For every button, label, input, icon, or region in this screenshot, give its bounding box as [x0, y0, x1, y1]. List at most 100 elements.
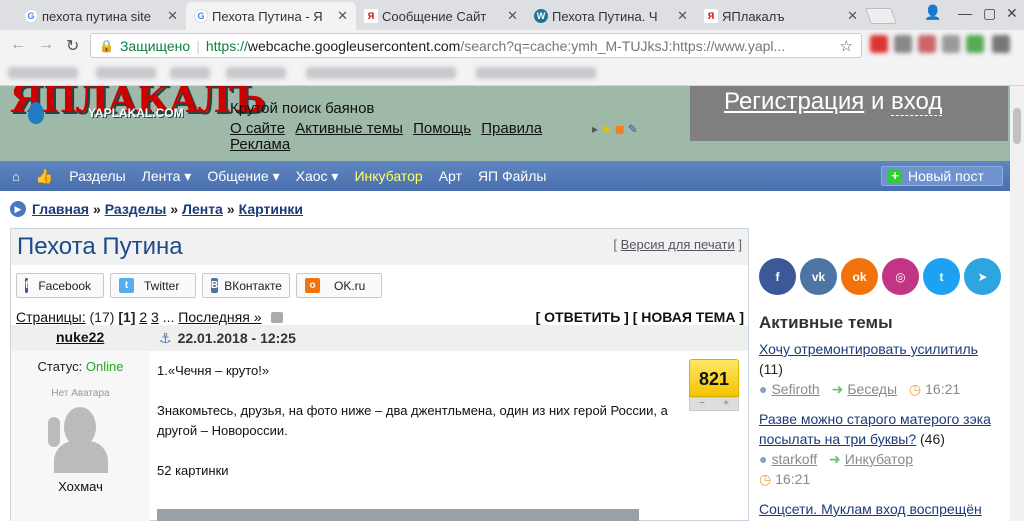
menu-chaos[interactable]: Хаос ▾	[296, 168, 339, 185]
pen-icon[interactable]: ✎	[628, 122, 638, 136]
close-icon[interactable]: ✕	[507, 8, 518, 24]
close-icon[interactable]: ✕	[167, 8, 178, 24]
dropdown-icon[interactable]	[271, 312, 284, 323]
site-logo[interactable]: ЯПЛАКАЛЪ YAPLAKAL.COM	[10, 86, 265, 126]
share-facebook-button[interactable]: f Facebook	[16, 273, 104, 298]
twitter-icon[interactable]: t	[923, 258, 960, 295]
page-link-2[interactable]: 2	[139, 309, 147, 325]
menu-files[interactable]: ЯП Файлы	[478, 168, 547, 184]
bookmark-item[interactable]	[226, 67, 286, 79]
bookmark-item[interactable]	[170, 67, 210, 79]
page-scrollbar[interactable]	[1010, 86, 1024, 521]
print-version: [ Версия для печати ]	[613, 237, 742, 252]
avatar[interactable]	[46, 403, 116, 473]
like-icon[interactable]: 👍	[36, 168, 53, 185]
extension-icon[interactable]	[966, 35, 984, 53]
new-post-button[interactable]: + Новый пост	[881, 166, 1003, 186]
section-link[interactable]: Инкубатор	[845, 451, 913, 467]
breadcrumb-sections[interactable]: Разделы	[105, 201, 167, 217]
reply-button[interactable]: ОТВЕТИТЬ	[544, 309, 620, 325]
bookmark-star-icon[interactable]: ☆	[840, 37, 853, 55]
link-ads[interactable]: Реклама	[230, 136, 290, 153]
extension-icon[interactable]	[942, 35, 960, 53]
post-line: 1.«Чечня – круто!»	[157, 363, 270, 378]
secure-label: Защищено	[119, 37, 191, 54]
breadcrumb-home[interactable]: Главная	[32, 201, 89, 217]
menu-sections[interactable]: Разделы	[69, 168, 125, 184]
page-link-3[interactable]: 3	[151, 309, 159, 325]
maximize-icon[interactable]: ▢	[983, 5, 996, 22]
vkontakte-icon[interactable]: vk	[800, 258, 837, 295]
browser-tab-2[interactable]: G Пехота Путина - Я ✕	[186, 2, 356, 30]
pages-label[interactable]: Страницы:	[16, 309, 86, 325]
link-active-topics[interactable]: Активные темы	[295, 120, 403, 137]
section-link[interactable]: Беседы	[847, 381, 897, 397]
twitter-icon: t	[119, 278, 134, 293]
user-link[interactable]: Sefiroth	[771, 381, 819, 397]
browser-tab-4[interactable]: W Пехота Путина. Ч ✕	[526, 2, 696, 30]
odnoklassniki-icon[interactable]: ok	[841, 258, 878, 295]
share-label: Facebook	[38, 278, 92, 293]
close-window-icon[interactable]: ✕	[1006, 5, 1018, 22]
bookmark-item[interactable]	[476, 67, 596, 79]
rating-plus-button[interactable]: +	[723, 398, 729, 410]
menu-feed[interactable]: Лента ▾	[142, 168, 192, 185]
close-icon[interactable]: ✕	[337, 8, 348, 24]
bookmark-item[interactable]	[96, 67, 156, 79]
new-tab-button[interactable]	[865, 8, 897, 24]
print-link[interactable]: Версия для печати	[621, 237, 735, 252]
tab-title: ЯПлакалъ	[722, 8, 785, 24]
close-icon[interactable]: ✕	[677, 8, 688, 24]
bookmark-item[interactable]	[306, 67, 456, 79]
register-link[interactable]: Регистрация	[724, 88, 864, 115]
rss-icon[interactable]: ◼	[615, 122, 625, 136]
login-link[interactable]: вход	[891, 88, 943, 116]
post-author[interactable]: nuke22	[56, 329, 104, 345]
share-vk-button[interactable]: B ВКонтакте	[202, 273, 290, 298]
forward-icon[interactable]: →	[38, 36, 54, 54]
browser-tab-1[interactable]: G пехота путина site ✕	[16, 2, 186, 30]
browser-tab-5[interactable]: Я ЯПлакалъ ✕	[696, 2, 866, 30]
topic-link[interactable]: Разве можно старого матерого зэка посыла…	[759, 411, 991, 447]
facebook-icon[interactable]: f	[759, 258, 796, 295]
user-icon: ●	[759, 451, 768, 467]
anchor-icon[interactable]: ⚓	[159, 330, 172, 346]
pages-ellipsis: ...	[162, 309, 175, 325]
link-about[interactable]: О сайте	[230, 120, 285, 137]
extension-icon[interactable]	[918, 35, 936, 53]
telegram-icon[interactable]: ➤	[964, 258, 1001, 295]
star-icon[interactable]: ★	[601, 122, 612, 136]
instagram-icon[interactable]: ◎	[882, 258, 919, 295]
menu-icon[interactable]	[992, 35, 1010, 53]
browser-tab-3[interactable]: Я Сообщение Сайт ✕	[356, 2, 526, 30]
breadcrumb-feed[interactable]: Лента	[182, 201, 223, 217]
extension-icon[interactable]	[894, 35, 912, 53]
back-icon[interactable]: ←	[10, 36, 26, 54]
and-text: и	[870, 88, 885, 115]
close-icon[interactable]: ✕	[847, 8, 858, 24]
extension-icon[interactable]	[870, 35, 888, 53]
menu-communication[interactable]: Общение ▾	[207, 168, 279, 185]
topic-link[interactable]: Хочу отремонтировать усилитиль	[759, 341, 978, 357]
user-link[interactable]: starkoff	[771, 451, 817, 467]
home-icon[interactable]: ⌂	[12, 169, 20, 184]
topic-link[interactable]: Соцсети. Муклам вход воспрещён	[759, 501, 982, 517]
breadcrumb-pictures[interactable]: Картинки	[239, 201, 303, 217]
bookmark-item[interactable]	[8, 67, 78, 79]
minimize-icon[interactable]: —	[958, 5, 972, 21]
reload-icon[interactable]: ↻	[66, 36, 79, 56]
last-page-link[interactable]: Последняя »	[178, 309, 261, 325]
new-topic-button[interactable]: НОВАЯ ТЕМА	[641, 309, 735, 325]
menu-incubator[interactable]: Инкубатор	[354, 168, 422, 184]
profile-icon[interactable]: 👤	[924, 4, 948, 22]
share-twitter-button[interactable]: t Twitter	[110, 273, 196, 298]
menu-art[interactable]: Арт	[439, 168, 462, 184]
link-help[interactable]: Помощь	[413, 120, 471, 137]
share-ok-button[interactable]: о OK.ru	[296, 273, 382, 298]
rating-minus-button[interactable]: −	[699, 398, 705, 410]
pin-icon[interactable]: ▸	[592, 122, 598, 136]
post-image[interactable]	[157, 509, 639, 521]
scrollbar-thumb[interactable]	[1013, 108, 1021, 144]
address-bar[interactable]: 🔒 Защищено | https://webcache.googleuser…	[90, 33, 862, 58]
link-rules[interactable]: Правила	[481, 120, 542, 137]
